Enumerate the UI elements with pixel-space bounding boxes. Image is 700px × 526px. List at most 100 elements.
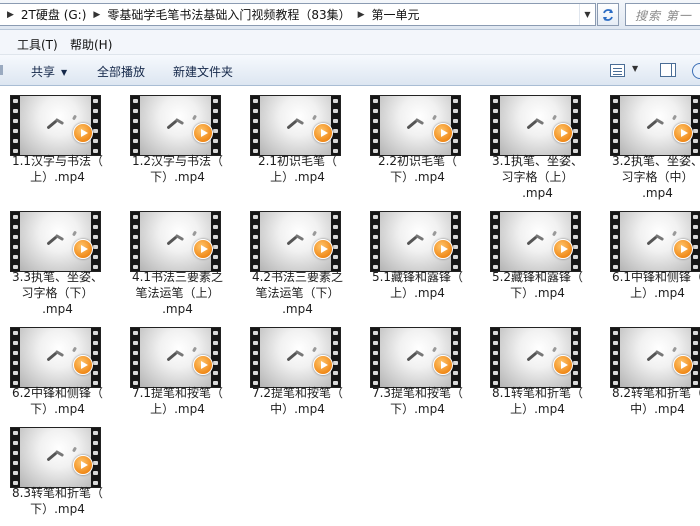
play-icon <box>553 239 573 259</box>
chevron-right-icon[interactable]: ▶ <box>0 10 21 20</box>
film-strip-icon <box>691 212 700 271</box>
file-item[interactable]: 4.2书法三要素之 笔法运笔（下） .mp4 <box>240 202 360 320</box>
play-icon <box>433 355 453 375</box>
file-name: 3.2执笔、坐姿、 习字格（中） .mp4 <box>611 154 700 200</box>
address-history-dropdown[interactable]: ▼ <box>579 4 595 25</box>
film-strip-icon <box>611 96 620 155</box>
film-strip-icon <box>451 328 460 387</box>
file-item[interactable]: 8.2转笔和折笔（ 中）.mp4 <box>600 318 700 436</box>
share-label: 共享 <box>31 65 56 79</box>
play-icon <box>193 123 213 143</box>
file-name: 4.1书法三要素之 笔法运笔（上） .mp4 <box>131 270 224 316</box>
film-strip-icon <box>131 212 140 271</box>
file-name: 2.1初识毛笔（ 上）.mp4 <box>257 154 338 184</box>
film-strip-icon <box>211 212 220 271</box>
play-icon <box>673 355 693 375</box>
new-folder-button[interactable]: 新建文件夹 <box>173 63 233 80</box>
file-item[interactable]: 3.3执笔、坐姿、 习字格（下） .mp4 <box>0 202 120 320</box>
film-strip-icon <box>691 328 700 387</box>
file-name: 7.1提笔和按笔（ 上）.mp4 <box>131 386 224 416</box>
film-strip-icon <box>371 212 380 271</box>
file-item[interactable]: 2.2初识毛笔（ 下）.mp4 <box>360 86 480 204</box>
film-strip-icon <box>91 212 100 271</box>
refresh-icon <box>603 8 613 21</box>
play-icon <box>313 123 333 143</box>
file-item[interactable]: 1.2汉字与书法（ 下）.mp4 <box>120 86 240 204</box>
play-icon <box>313 239 333 259</box>
play-icon <box>73 455 93 475</box>
film-strip-icon <box>491 328 500 387</box>
play-icon <box>553 123 573 143</box>
film-strip-icon <box>451 96 460 155</box>
file-item[interactable]: 7.2提笔和按笔（ 中）.mp4 <box>240 318 360 436</box>
film-strip-icon <box>251 96 260 155</box>
play-icon <box>193 239 213 259</box>
file-name: 8.2转笔和折笔（ 中）.mp4 <box>611 386 700 416</box>
help-icon[interactable] <box>692 63 700 79</box>
file-name: 5.1藏锋和露锋（ 上）.mp4 <box>371 270 464 300</box>
play-icon <box>433 123 453 143</box>
file-item[interactable]: 7.1提笔和按笔（ 上）.mp4 <box>120 318 240 436</box>
chevron-down-icon: ▼ <box>61 68 68 77</box>
film-strip-icon <box>211 328 220 387</box>
film-strip-icon <box>131 328 140 387</box>
film-strip-icon <box>331 212 340 271</box>
file-name: 3.3执笔、坐姿、 习字格（下） .mp4 <box>11 270 104 316</box>
file-name: 7.3提笔和按笔（ 下）.mp4 <box>371 386 464 416</box>
file-item[interactable]: 6.1中锋和侧锋（ 上）.mp4 <box>600 202 700 320</box>
breadcrumb-current-folder[interactable]: 第一单元 <box>372 4 420 25</box>
file-name: 3.1执笔、坐姿、 习字格（上） .mp4 <box>491 154 584 200</box>
film-strip-icon <box>491 96 500 155</box>
menu-tools[interactable]: 工具(T) <box>17 36 58 53</box>
film-strip-icon <box>611 212 620 271</box>
film-strip-icon <box>11 328 20 387</box>
play-icon <box>73 355 93 375</box>
film-strip-icon <box>11 428 20 487</box>
refresh-button[interactable] <box>597 3 619 26</box>
chevron-right-icon[interactable]: ▶ <box>86 10 107 20</box>
breadcrumb[interactable]: ▶ 2T硬盘 (G:) ▶ 零基础学毛笔书法基础入门视频教程（83集） ▶ 第一… <box>0 3 596 26</box>
command-toolbar: 共享 ▼ 全部播放 新建文件夹 ▼ <box>0 55 700 86</box>
chevron-down-icon[interactable]: ▼ <box>632 64 638 73</box>
film-strip-icon <box>131 96 140 155</box>
file-item[interactable]: 1.1汉字与书法（ 上）.mp4 <box>0 86 120 204</box>
play-icon <box>313 355 333 375</box>
play-icon <box>433 239 453 259</box>
play-icon <box>673 239 693 259</box>
film-strip-icon <box>371 328 380 387</box>
file-item[interactable]: 8.3转笔和折笔（ 下）.mp4 <box>0 418 120 526</box>
play-icon <box>73 123 93 143</box>
film-strip-icon <box>451 212 460 271</box>
file-item[interactable]: 7.3提笔和按笔（ 下）.mp4 <box>360 318 480 436</box>
file-list: 1.1汉字与书法（ 上）.mp4 1.2汉字与书法（ 下）.mp4 2.1初识毛笔（… <box>0 86 700 526</box>
file-item[interactable]: 2.1初识毛笔（ 上）.mp4 <box>240 86 360 204</box>
chevron-right-icon[interactable]: ▶ <box>351 10 372 20</box>
play-all-button[interactable]: 全部播放 <box>97 63 145 80</box>
film-strip-icon <box>91 428 100 487</box>
file-item[interactable]: 3.1执笔、坐姿、 习字格（上） .mp4 <box>480 86 600 204</box>
play-icon <box>193 355 213 375</box>
file-name: 8.1转笔和折笔（ 上）.mp4 <box>491 386 584 416</box>
film-strip-icon <box>571 96 580 155</box>
menu-bar: 工具(T) 帮助(H) <box>0 30 700 55</box>
breadcrumb-drive[interactable]: 2T硬盘 (G:) <box>21 4 87 25</box>
film-strip-icon <box>611 328 620 387</box>
film-strip-icon <box>251 212 260 271</box>
play-icon <box>553 355 573 375</box>
film-strip-icon <box>371 96 380 155</box>
file-item[interactable]: 8.1转笔和折笔（ 上）.mp4 <box>480 318 600 436</box>
breadcrumb-course-folder[interactable]: 零基础学毛笔书法基础入门视频教程（83集） <box>107 4 350 25</box>
file-item[interactable]: 3.2执笔、坐姿、 习字格（中） .mp4 <box>600 86 700 204</box>
file-item[interactable]: 5.2藏锋和露锋（ 下）.mp4 <box>480 202 600 320</box>
preview-pane-icon[interactable] <box>660 63 676 77</box>
share-button[interactable]: 共享 ▼ <box>31 63 67 80</box>
change-view-icon[interactable] <box>610 64 625 77</box>
menu-help[interactable]: 帮助(H) <box>70 36 112 53</box>
film-strip-icon <box>571 212 580 271</box>
file-item[interactable]: 4.1书法三要素之 笔法运笔（上） .mp4 <box>120 202 240 320</box>
search-input[interactable]: 搜索 第一 <box>625 3 700 26</box>
file-item[interactable]: 5.1藏锋和露锋（ 上）.mp4 <box>360 202 480 320</box>
file-name: 2.2初识毛笔（ 下）.mp4 <box>377 154 458 184</box>
film-strip-icon <box>91 328 100 387</box>
file-name: 6.1中锋和侧锋（ 上）.mp4 <box>611 270 700 300</box>
